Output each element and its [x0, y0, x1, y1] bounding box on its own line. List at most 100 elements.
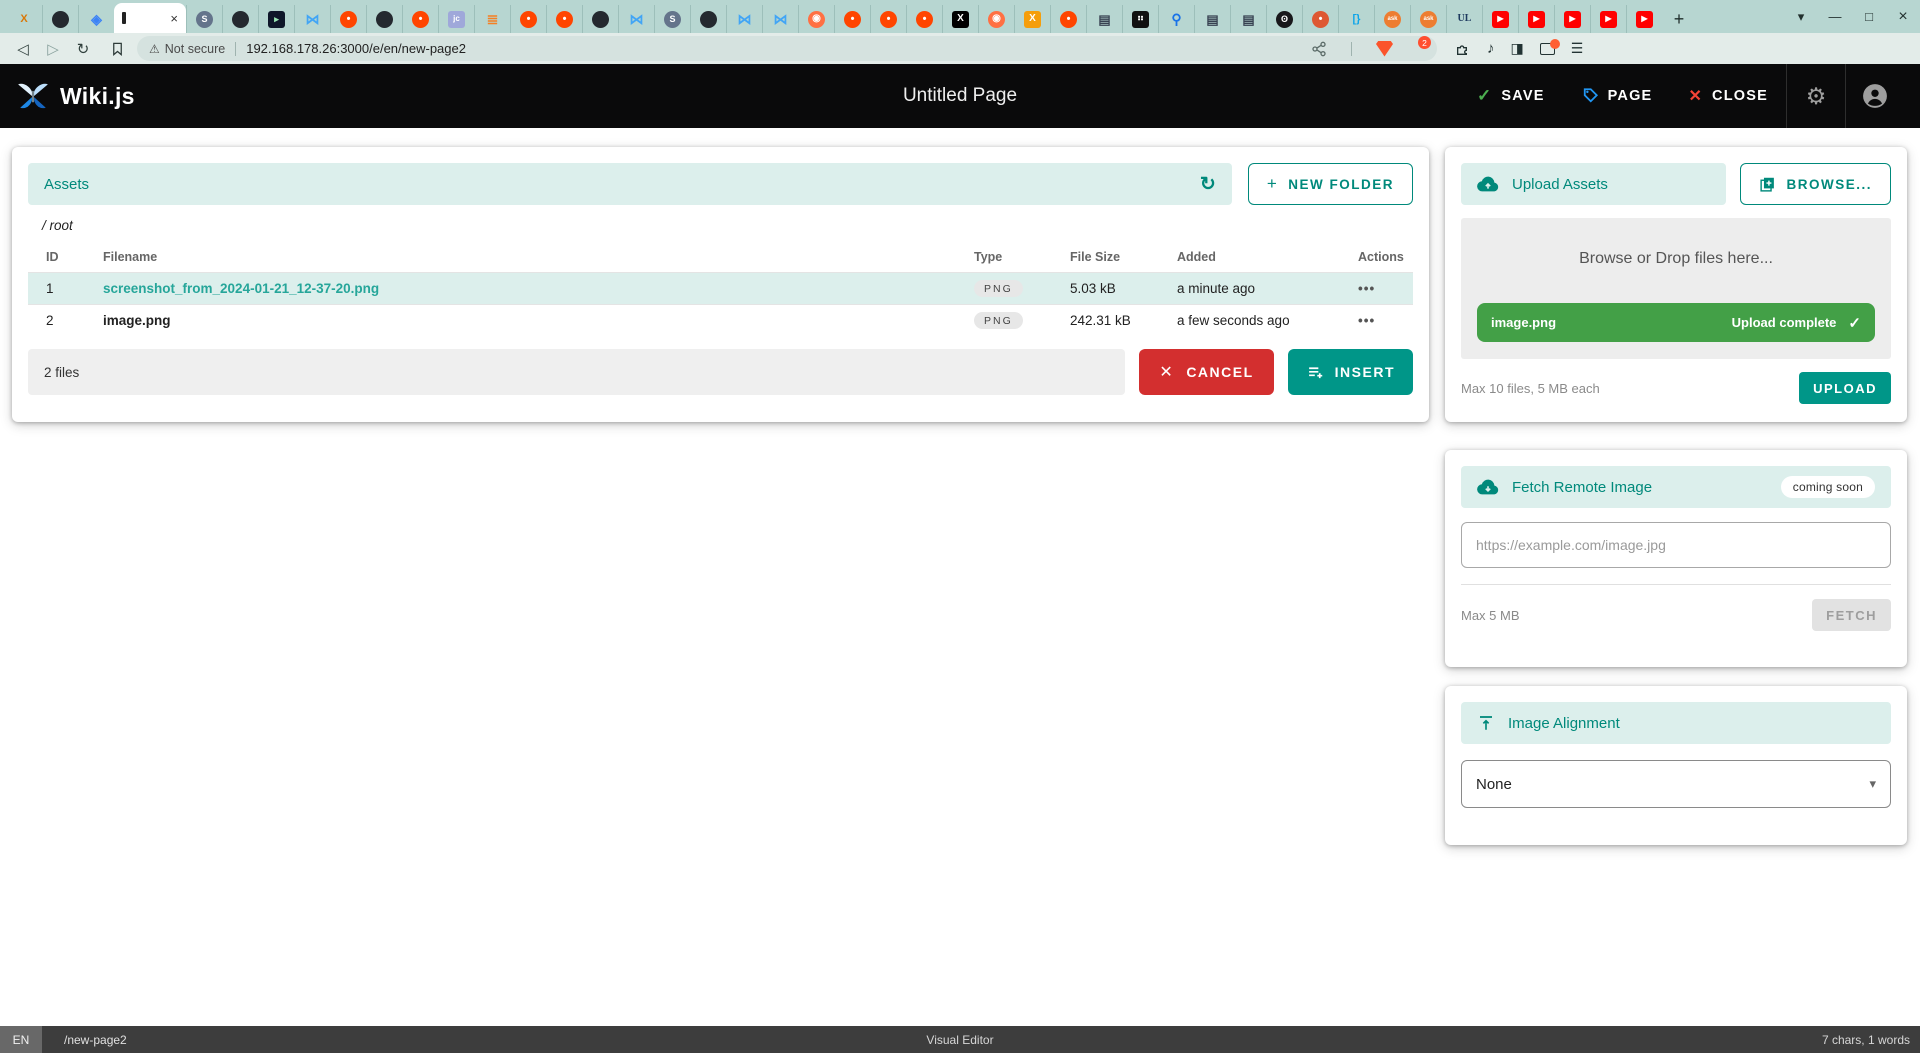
- tab-github[interactable]: [42, 5, 78, 33]
- tab-ul[interactable]: UL: [1446, 5, 1482, 33]
- alignment-title-bar: Image Alignment: [1461, 702, 1891, 744]
- sidebar-icon[interactable]: ◨: [1511, 40, 1524, 57]
- tab-reddit[interactable]: •: [510, 5, 546, 33]
- row-filename[interactable]: screenshot_from_2024-01-21_12-37-20.png: [103, 281, 956, 296]
- new-tab-button[interactable]: +: [1662, 5, 1696, 33]
- tab-youtube[interactable]: ▶: [1518, 5, 1554, 33]
- tab-terminal[interactable]: ▸: [258, 5, 294, 33]
- window-manager-icon[interactable]: [1540, 43, 1555, 55]
- tab-penguin[interactable]: ʘ: [1266, 5, 1302, 33]
- tab-askubuntu[interactable]: ask: [1410, 5, 1446, 33]
- settings-button[interactable]: ⚙: [1787, 64, 1845, 128]
- alignment-select[interactable]: None ▾: [1461, 760, 1891, 808]
- tab-github[interactable]: [366, 5, 402, 33]
- tab-youtube[interactable]: ▶: [1554, 5, 1590, 33]
- tab-reddit[interactable]: •: [402, 5, 438, 33]
- wikijs-logo[interactable]: Wiki.js: [16, 81, 135, 111]
- minimize-icon[interactable]: —: [1818, 9, 1852, 24]
- tab-playlist[interactable]: ▤: [1194, 5, 1230, 33]
- tab-reddit[interactable]: •: [834, 5, 870, 33]
- tab-x-black[interactable]: X: [942, 5, 978, 33]
- tab-youtube[interactable]: ▶: [1482, 5, 1518, 33]
- upload-button[interactable]: UPLOAD: [1799, 372, 1891, 404]
- tab-orange-ring[interactable]: ◉: [798, 5, 834, 33]
- tab-reddit[interactable]: •: [330, 5, 366, 33]
- tab-wikijs-active[interactable]: ×: [114, 3, 186, 33]
- tab-playlist[interactable]: ▤: [1230, 5, 1266, 33]
- tab-brackets[interactable]: [}: [1338, 5, 1374, 33]
- tab-terminal-icon: ▸: [268, 11, 285, 28]
- tab-reddit[interactable]: •: [906, 5, 942, 33]
- maximize-icon[interactable]: □: [1852, 9, 1886, 24]
- tab-github[interactable]: [222, 5, 258, 33]
- url-text[interactable]: 192.168.178.26:3000/e/en/new-page2: [246, 41, 1311, 56]
- tab-reddit[interactable]: •: [870, 5, 906, 33]
- brave-shields-icon[interactable]: [1376, 41, 1393, 57]
- fetch-title-bar: Fetch Remote Image coming soon: [1461, 466, 1891, 508]
- tab-askubuntu-icon: ask: [1384, 11, 1401, 28]
- editor-main-area: Assets ↻ + NEW FOLDER / root ID Filename…: [0, 128, 1920, 1026]
- close-x-icon: ✕: [1688, 86, 1703, 106]
- table-row[interactable]: 2image.pngPNG242.31 kBa few seconds ago•…: [28, 304, 1413, 336]
- tab-reddit[interactable]: •: [1050, 5, 1086, 33]
- tab-reddit[interactable]: •: [546, 5, 582, 33]
- tab-search-chevron-icon[interactable]: ▾: [1784, 9, 1818, 25]
- row-actions-icon[interactable]: •••: [1340, 281, 1413, 296]
- bookmark-icon[interactable]: [110, 41, 125, 57]
- tab-wikijs[interactable]: ⋈: [618, 5, 654, 33]
- locale-chip[interactable]: EN: [0, 1026, 42, 1053]
- tab-askubuntu[interactable]: ask: [1374, 5, 1410, 33]
- tab-github[interactable]: [690, 5, 726, 33]
- tab-reddit-icon: •: [556, 11, 573, 28]
- account-button[interactable]: [1846, 64, 1904, 128]
- tab-browser[interactable]: S: [186, 5, 222, 33]
- cancel-button[interactable]: ✕ CANCEL: [1139, 349, 1273, 395]
- table-row[interactable]: 1screenshot_from_2024-01-21_12-37-20.png…: [28, 272, 1413, 304]
- new-folder-button[interactable]: + NEW FOLDER: [1248, 163, 1413, 205]
- tab-x-orange[interactable]: X: [1014, 5, 1050, 33]
- address-bar[interactable]: ⚠ Not secure 192.168.178.26:3000/e/en/ne…: [137, 36, 1437, 61]
- page-properties-button[interactable]: PAGE: [1563, 64, 1671, 128]
- tab-search[interactable]: ⚲: [1158, 5, 1194, 33]
- extensions-puzzle-icon[interactable]: [1455, 41, 1471, 57]
- tab-duckduckgo[interactable]: •: [1302, 5, 1338, 33]
- tab-gem[interactable]: ◈: [78, 5, 114, 33]
- forward-icon[interactable]: ▷: [40, 40, 66, 58]
- tab-youtube-icon: ▶: [1528, 11, 1545, 28]
- tab-close-icon[interactable]: ×: [170, 11, 178, 26]
- tab-stackoverflow[interactable]: ≣: [474, 5, 510, 33]
- tab-wikijs[interactable]: ⋈: [294, 5, 330, 33]
- tab-x-org[interactable]: X: [6, 5, 42, 33]
- window-close-icon[interactable]: ×: [1886, 8, 1920, 26]
- menu-hamburger-icon[interactable]: ☰: [1571, 40, 1584, 57]
- tab-orange-ring[interactable]: ◉: [978, 5, 1014, 33]
- media-control-icon[interactable]: ♪: [1487, 40, 1495, 57]
- refresh-icon[interactable]: ↻: [1200, 173, 1216, 196]
- word-count: 7 chars, 1 words: [1822, 1033, 1910, 1047]
- file-drop-zone[interactable]: Browse or Drop files here... image.png U…: [1461, 218, 1891, 359]
- share-icon[interactable]: [1311, 41, 1327, 57]
- tab-youtube[interactable]: ▶: [1626, 5, 1662, 33]
- tag-icon: [1581, 87, 1599, 105]
- close-button[interactable]: ✕ CLOSE: [1670, 64, 1786, 128]
- vertical-align-top-icon: [1477, 714, 1495, 732]
- tab-playlist[interactable]: ▤: [1086, 5, 1122, 33]
- save-button[interactable]: ✓ SAVE: [1459, 64, 1563, 128]
- brave-rewards-icon[interactable]: 2: [1407, 41, 1425, 56]
- back-icon[interactable]: ◁: [10, 40, 36, 58]
- fetch-button[interactable]: FETCH: [1812, 599, 1891, 631]
- tab-wikijs[interactable]: ⋈: [762, 5, 798, 33]
- row-actions-icon[interactable]: •••: [1340, 313, 1413, 328]
- row-filename[interactable]: image.png: [103, 313, 956, 328]
- remote-image-url-input[interactable]: [1461, 522, 1891, 568]
- tab-github[interactable]: [582, 5, 618, 33]
- reload-icon[interactable]: ↻: [70, 40, 96, 58]
- row-id: 2: [28, 313, 103, 328]
- insert-button[interactable]: INSERT: [1288, 349, 1413, 395]
- browse-button[interactable]: BROWSE...: [1740, 163, 1891, 205]
- tab-browser[interactable]: S: [654, 5, 690, 33]
- tab-youtube[interactable]: ▶: [1590, 5, 1626, 33]
- tab-wikijs[interactable]: ⋈: [726, 5, 762, 33]
- tab-terminal-dots[interactable]: ⠶: [1122, 5, 1158, 33]
- tab-jc[interactable]: jc: [438, 5, 474, 33]
